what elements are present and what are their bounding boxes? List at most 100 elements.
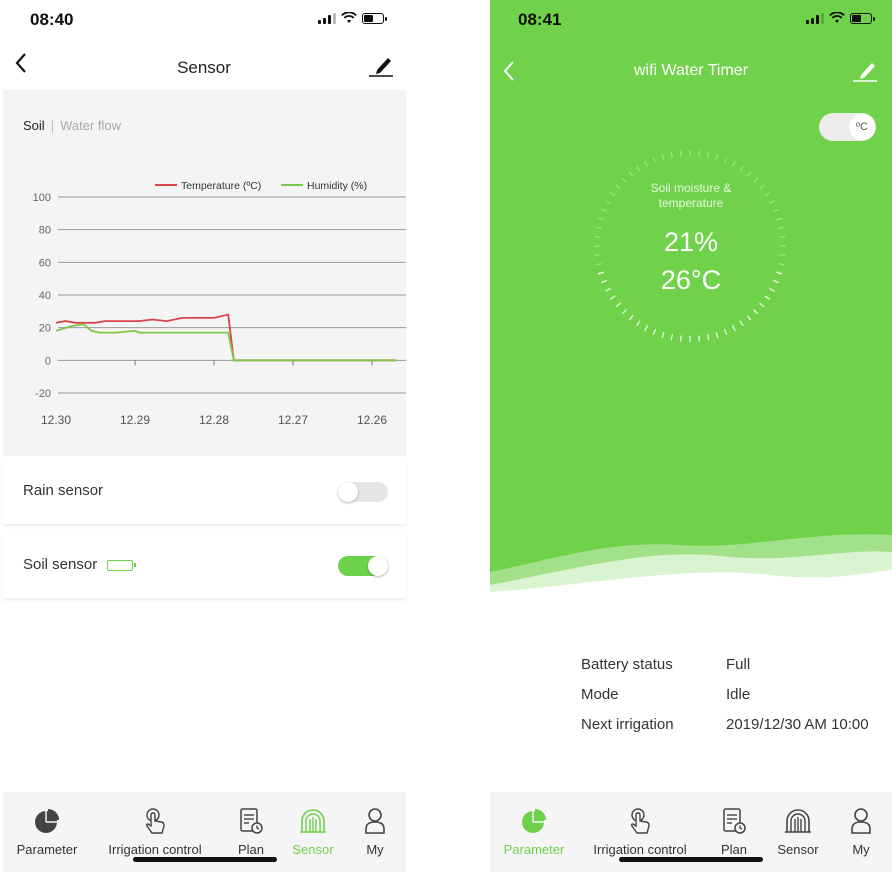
dial-tick [775,217,783,221]
tab-label: My [852,842,870,857]
battery-icon [850,13,875,24]
pencil-icon [369,58,393,77]
dial-tick [753,309,759,315]
y-tick-label: 0 [45,355,51,367]
dial-tick [628,171,634,177]
tab-sensor[interactable]: Sensor [287,806,339,857]
dial-tick [670,334,674,341]
status-time: 08:40 [30,10,74,29]
edit-button[interactable] [368,55,394,82]
plan-icon [723,808,746,834]
dial-tick [731,161,736,167]
battery-icon [362,13,387,24]
x-tick-label: 12.28 [199,413,229,427]
soil-sensor-toggle[interactable] [338,556,388,576]
touch-icon [145,808,165,834]
dial-tick [706,334,710,341]
y-tick-label: 20 [39,323,51,335]
chart-card: Soil | Water flow 100 80 60 40 20 0 -20 12.30 12… [3,90,406,456]
tab-irrigation-control[interactable]: Irrigation control [101,806,209,857]
soil-sensor-row: Soil sensor [3,534,406,598]
dial-tick [723,328,728,335]
moisture-value: 21% [663,227,719,257]
dial-tick [652,157,657,164]
dial-tick [746,315,752,321]
mode-label: Mode [581,686,619,703]
soil-sensor-label-wrap: Soil sensor [23,556,137,573]
tab-sensor[interactable]: Sensor [772,806,824,857]
tab-parameter[interactable]: Parameter [13,806,81,857]
signal-icon [318,13,336,24]
wifi-icon [341,12,357,23]
dial-tick [764,295,771,300]
dial-tick [621,309,627,315]
tab-label: Plan [237,842,265,857]
home-indicator [619,857,763,862]
tab-label: Parameter [16,842,78,857]
tab-my[interactable]: My [845,806,877,857]
status-icons [318,12,387,24]
dial-tick [652,328,657,335]
legend-label: Temperature (ºC) [181,180,261,192]
home-indicator [133,857,277,862]
dial-tick [636,165,641,172]
rain-sensor-row: Rain sensor [3,460,406,524]
dial-tick [628,315,634,321]
y-tick-label: 100 [33,192,51,204]
x-tick-label: 12.26 [357,413,387,427]
dial-tick [670,151,674,158]
dial-tick [739,165,744,172]
sensor-icon [300,809,326,833]
tab-plan[interactable]: Plan [229,806,273,857]
rain-sensor-toggle[interactable] [338,482,388,502]
dial-tick [715,153,719,161]
battery-status-label: Battery status [581,656,673,673]
dial-tick [644,325,649,331]
y-tick-label: 60 [39,257,51,269]
dial-tick [759,302,765,308]
green-header-panel: 08:41 wifi Water Timer ºC Soil moisture … [490,0,892,592]
dial-tick [715,331,719,339]
mode-value: Idle [726,686,751,703]
y-tick-label: 40 [39,290,51,302]
signal-icon [806,13,824,24]
dial-tick [609,295,616,300]
x-tick-label: 12.29 [120,413,150,427]
status-icons [806,12,875,24]
user-icon [851,808,871,834]
dial-tick [739,320,744,327]
unit-toggle[interactable]: ºC [819,113,876,141]
dial-tick [661,331,665,339]
rain-sensor-label: Rain sensor [23,482,104,499]
dial-label-text: Soil moisture & temperature [650,181,732,210]
tab-irrigation-control[interactable]: Irrigation control [586,806,694,857]
user-icon [365,808,385,834]
legend-label: Humidity (%) [307,180,367,192]
dial-tick [679,150,682,157]
water-timer-screen: 08:41 wifi Water Timer ºC Soil moisture … [490,0,892,872]
plan-icon [240,808,263,834]
pie-chart-icon [522,809,546,833]
pencil-icon [853,63,877,82]
dial-tick [706,151,710,158]
tab-label: Sensor [777,842,819,857]
next-irrigation-label: Next irrigation [581,716,674,733]
edit-button[interactable] [852,60,878,87]
soil-sensor-label: Soil sensor [23,556,98,573]
unit-label: ºC [849,114,875,140]
tab-my[interactable]: My [359,806,391,857]
sensor-screen: 08:40 Sensor Soil | Water flow 100 80 60 40… [0,0,408,872]
x-tick-label: 12.27 [278,413,308,427]
dial-tick [679,335,682,342]
sensor-line-chart: 100 80 60 40 20 0 -20 12.30 12.29 12.28 12.27 12.26… [33,180,406,427]
dial-label: Soil moisture & temperature [490,181,892,211]
tab-label: Irrigation control [108,842,202,857]
tab-parameter[interactable]: Parameter [500,806,568,857]
dial-tick [661,153,665,161]
x-tick-label: 12.30 [41,413,71,427]
toggle-knob [338,482,358,502]
page-title: Sensor [177,58,231,77]
dial-tick [615,302,621,308]
touch-icon [630,808,650,834]
tab-plan[interactable]: Plan [712,806,756,857]
